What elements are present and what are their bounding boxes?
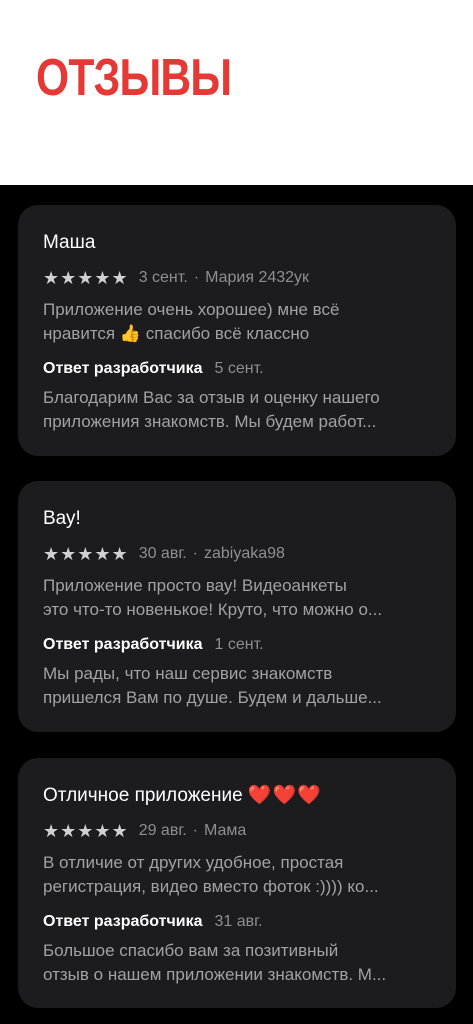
heart-icon: ❤️❤️❤️: [247, 785, 322, 806]
star-rating: ★★★★★: [43, 267, 129, 288]
review-body-line: регистрация, видео вместо фоток :)))) ко…: [43, 877, 379, 896]
review-body: Приложение просто вау! Видеоанкеты это ч…: [43, 574, 431, 622]
developer-response-line: приложения знакомств. Мы будем работ...: [43, 412, 377, 431]
review-body-text: спасибо всё классно: [145, 324, 310, 343]
developer-response-header: Ответ разработчика 5 сент.: [43, 360, 431, 378]
developer-response-text: Мы рады, что наш сервис знакомств пришел…: [43, 662, 431, 710]
review-body-line: нравится 👍 спасибо всё классно: [43, 322, 431, 346]
review-body-line: В отличие от других удобное, простая: [43, 853, 344, 872]
developer-response-line: отзыв о нашем приложении знакомств. М...: [43, 965, 387, 984]
review-author: Мама: [203, 822, 247, 839]
developer-response-date: 1 сент.: [214, 636, 264, 653]
developer-response-label: Ответ разработчика: [43, 360, 203, 377]
review-title: Маша: [43, 232, 96, 253]
developer-response-text: Благодарим Вас за отзыв и оценку нашего …: [43, 386, 431, 434]
review-date: 30 авг.: [138, 545, 187, 562]
developer-response-header: Ответ разработчика 1 сент.: [43, 636, 431, 654]
review-title: Вау!: [43, 508, 81, 529]
reviews-list: Маша ★★★★★ 3 сент. · Мария 2432ук Прилож…: [0, 185, 473, 1024]
page-title: ОТЗЫВЫ: [36, 49, 232, 107]
review-body-line: Приложение очень хорошее) мне всё: [43, 300, 340, 319]
review-meta: ★★★★★ 3 сент. · Мария 2432ук: [43, 267, 431, 289]
developer-response-line: Мы рады, что наш сервис знакомств: [43, 664, 333, 683]
review-body-text: нравится: [43, 324, 116, 343]
review-date: 3 сент.: [138, 269, 188, 286]
developer-response-line: пришелся Вам по душе. Будем и дальше...: [43, 688, 382, 707]
developer-response-line: Большое спасибо вам за позитивный: [43, 941, 339, 960]
developer-response-line: Благодарим Вас за отзыв и оценку нашего: [43, 388, 380, 407]
developer-response-label: Ответ разработчика: [43, 636, 203, 653]
review-meta: ★★★★★ 30 авг. · zabiyaka98: [43, 543, 431, 565]
header: ОТЗЫВЫ: [0, 0, 473, 185]
developer-response-header: Ответ разработчика 31 авг.: [43, 913, 431, 931]
developer-response-date: 5 сент.: [214, 360, 264, 377]
review-author: zabiyaka98: [203, 545, 285, 562]
star-rating: ★★★★★: [43, 543, 129, 564]
review-date: 29 авг.: [138, 822, 187, 839]
developer-response-text: Большое спасибо вам за позитивный отзыв …: [43, 939, 431, 987]
review-author: Мария 2432ук: [205, 269, 310, 286]
review-body-line: Приложение просто вау! Видеоанкеты: [43, 576, 347, 595]
developer-response-label: Ответ разработчика: [43, 913, 203, 930]
thumbs-up-icon: 👍: [119, 324, 142, 343]
review-card[interactable]: Вау! ★★★★★ 30 авг. · zabiyaka98 Приложен…: [18, 481, 456, 732]
review-body-line: это что-то новенькое! Круто, что можно о…: [43, 600, 383, 619]
review-body: В отличие от других удобное, простая рег…: [43, 851, 431, 899]
meta-separator: ·: [192, 545, 198, 562]
review-meta: ★★★★★ 29 авг. · Мама: [43, 820, 431, 842]
developer-response-date: 31 авг.: [214, 913, 263, 930]
review-title: Отличное приложение ❤️❤️❤️: [43, 784, 431, 808]
review-title-text: Отличное приложение: [43, 785, 243, 806]
star-rating: ★★★★★: [43, 820, 129, 841]
review-body: Приложение очень хорошее) мне всё нравит…: [43, 298, 431, 346]
meta-separator: ·: [192, 822, 198, 839]
review-card[interactable]: Отличное приложение ❤️❤️❤️ ★★★★★ 29 авг.…: [18, 758, 456, 1008]
review-card[interactable]: Маша ★★★★★ 3 сент. · Мария 2432ук Прилож…: [18, 205, 456, 456]
meta-separator: ·: [193, 269, 200, 286]
